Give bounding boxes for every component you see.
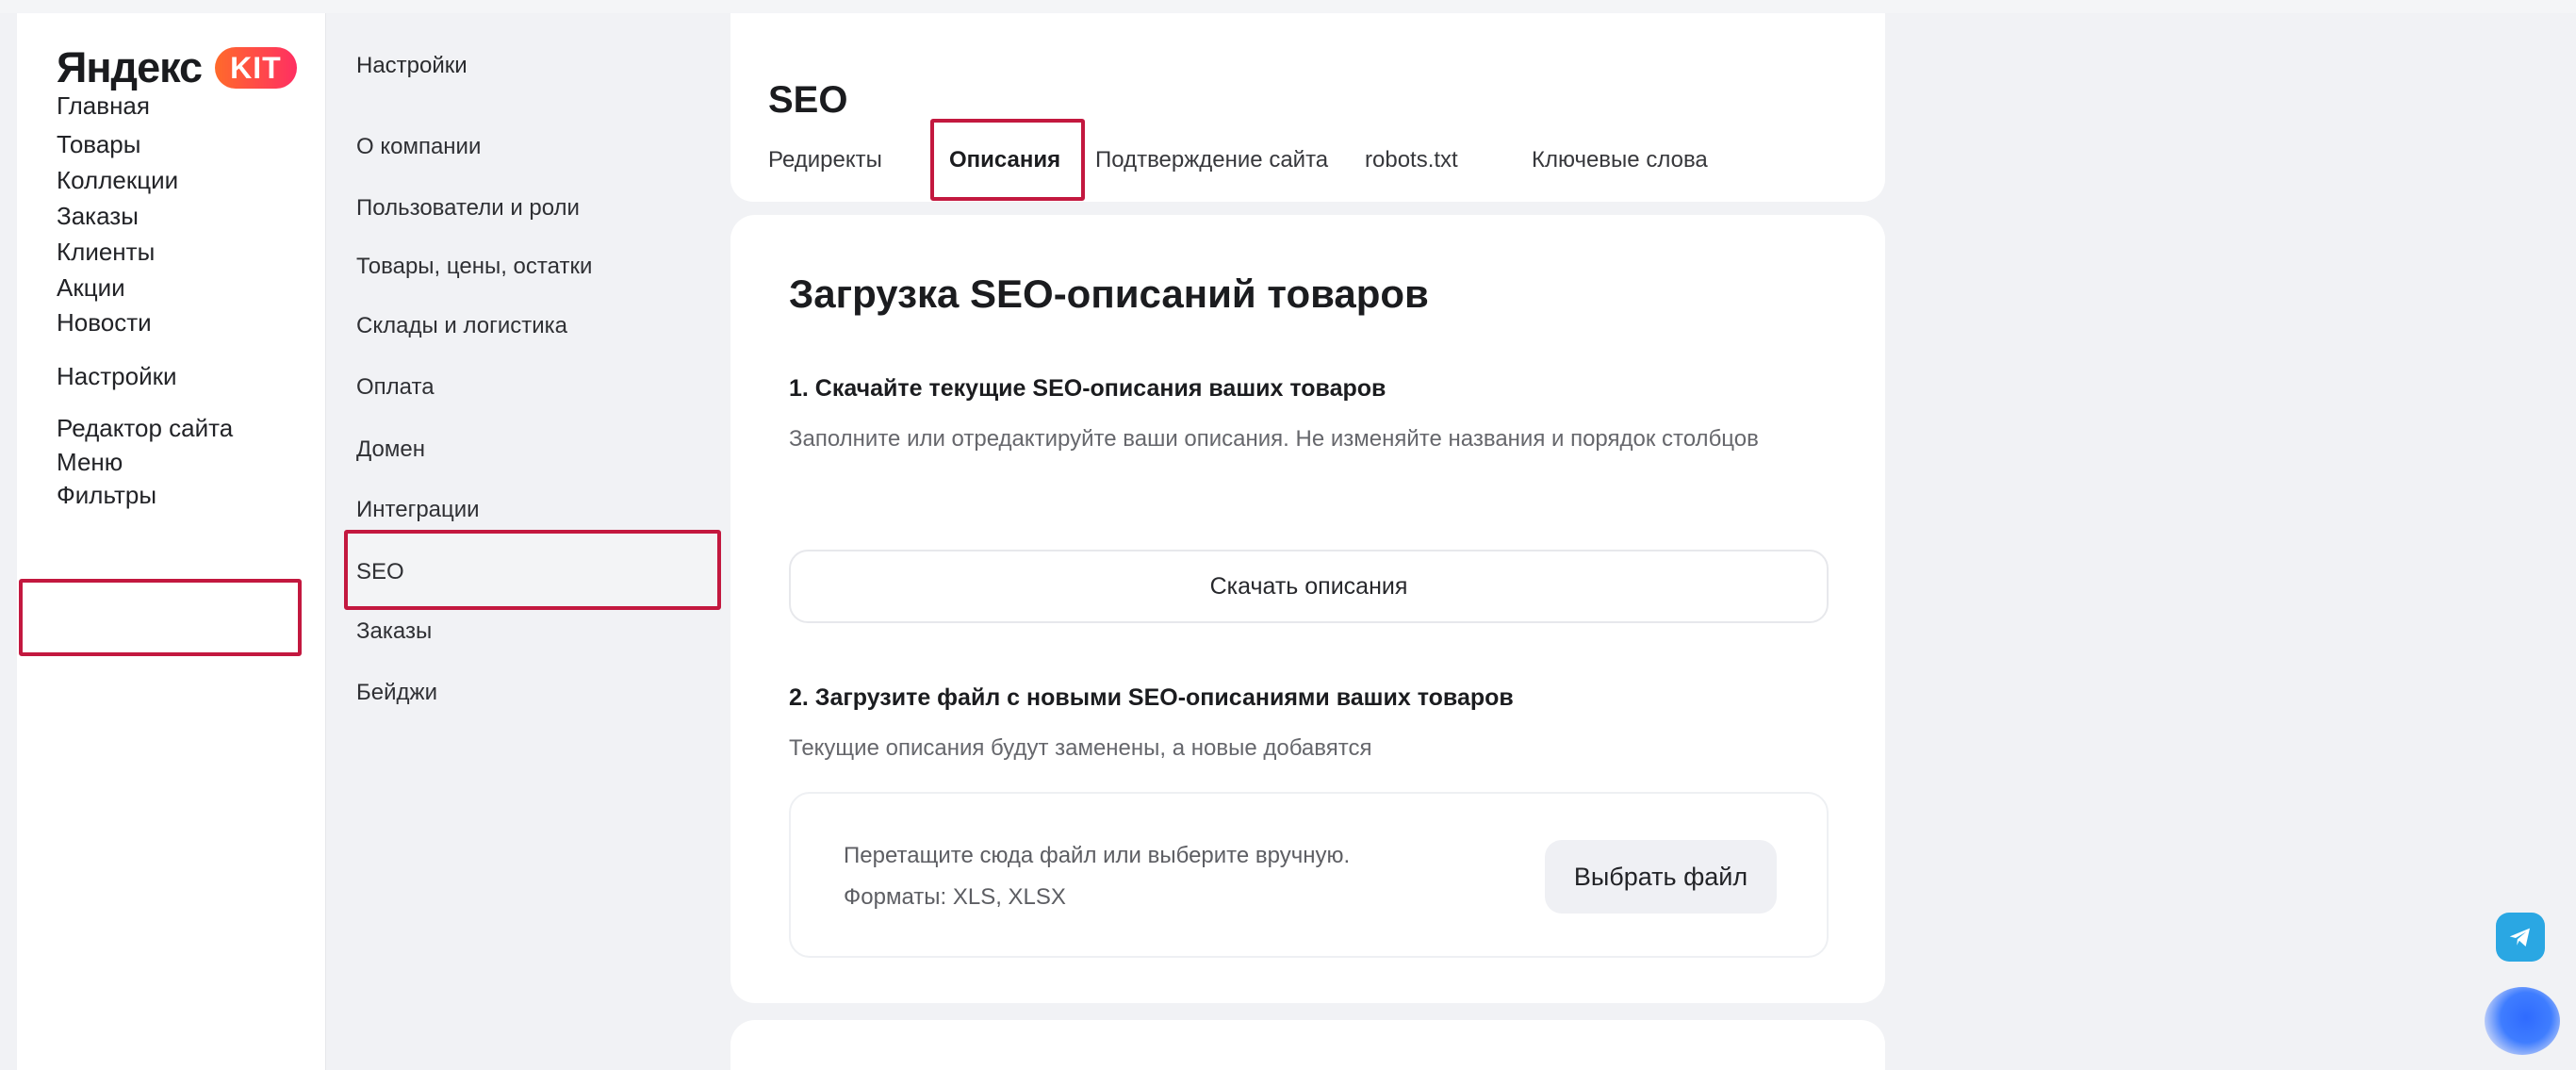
dropzone-text: Перетащите сюда файл или выберите вручну… bbox=[844, 835, 1350, 918]
nav-item-menu[interactable]: Меню bbox=[57, 448, 123, 477]
nav-item-products[interactable]: Товары bbox=[57, 130, 140, 159]
tab-robots[interactable]: robots.txt bbox=[1365, 147, 1458, 173]
step2-title: 2. Загрузите файл с новыми SEO-описаниям… bbox=[789, 684, 1514, 711]
settings-nav-title: Настройки bbox=[356, 53, 468, 78]
next-section-card bbox=[730, 1020, 1885, 1070]
main-nav: Яндекс KIT Главная Товары Коллекции Зака… bbox=[17, 13, 325, 1070]
section-title: Загрузка SEO-описаний товаров bbox=[789, 272, 1429, 316]
nav-item-orders[interactable]: Заказы bbox=[57, 202, 139, 231]
subnav-item-company[interactable]: О компании bbox=[356, 134, 481, 160]
subnav-item-users-roles[interactable]: Пользователи и роли bbox=[356, 195, 580, 222]
step2-hint: Текущие описания будут заменены, а новые… bbox=[789, 735, 1372, 761]
nav-settings-highlight bbox=[19, 579, 302, 656]
page-header: SEO Редиректы Описания Подтверждение сай… bbox=[730, 13, 1885, 202]
nav-item-site-editor[interactable]: Редактор сайта bbox=[57, 414, 233, 443]
subnav-item-domain[interactable]: Домен bbox=[356, 436, 425, 463]
nav-item-settings[interactable]: Настройки bbox=[57, 362, 177, 391]
dropzone-instruction: Перетащите сюда файл или выберите вручну… bbox=[844, 843, 1351, 868]
subnav-item-orders[interactable]: Заказы bbox=[356, 618, 432, 645]
step1-title: 1. Скачайте текущие SEO-описания ваших т… bbox=[789, 375, 1386, 402]
subnav-item-warehouses[interactable]: Склады и логистика bbox=[356, 313, 567, 339]
dropzone-formats: Форматы: XLS, XLSX bbox=[844, 884, 1066, 910]
tab-redirects[interactable]: Редиректы bbox=[768, 147, 882, 173]
logo[interactable]: Яндекс KIT bbox=[57, 43, 297, 92]
logo-badge: KIT bbox=[215, 47, 297, 89]
page-title: SEO bbox=[768, 79, 848, 121]
file-dropzone[interactable]: Перетащите сюда файл или выберите вручну… bbox=[789, 792, 1829, 958]
subnav-item-seo[interactable]: SEO bbox=[356, 559, 404, 585]
nav-item-promotions[interactable]: Акции bbox=[57, 273, 125, 303]
tab-keywords[interactable]: Ключевые слова bbox=[1532, 147, 1708, 173]
tab-descriptions-highlight bbox=[930, 119, 1085, 201]
nav-item-home[interactable]: Главная bbox=[57, 91, 150, 121]
subnav-item-payment[interactable]: Оплата bbox=[356, 374, 435, 401]
choose-file-button[interactable]: Выбрать файл bbox=[1545, 840, 1777, 914]
tab-site-verification[interactable]: Подтверждение сайта bbox=[1095, 147, 1328, 173]
download-descriptions-button[interactable]: Скачать описания bbox=[789, 550, 1829, 623]
subnav-item-integrations[interactable]: Интеграции bbox=[356, 497, 480, 523]
nav-item-collections[interactable]: Коллекции bbox=[57, 166, 178, 195]
logo-text: Яндекс bbox=[57, 43, 203, 91]
seo-upload-card: Загрузка SEO-описаний товаров 1. Скачайт… bbox=[730, 215, 1885, 1003]
top-strip bbox=[0, 0, 2576, 13]
nav-item-clients[interactable]: Клиенты bbox=[57, 238, 155, 267]
telegram-plane-icon bbox=[2509, 928, 2530, 947]
nav-item-filters[interactable]: Фильтры bbox=[57, 481, 156, 510]
telegram-icon[interactable] bbox=[2496, 913, 2545, 962]
assistant-icon[interactable] bbox=[2485, 987, 2560, 1055]
subnav-item-badges[interactable]: Бейджи bbox=[356, 680, 437, 706]
settings-nav: Настройки О компании Пользователи и роли… bbox=[325, 13, 702, 1070]
subnav-item-products-prices[interactable]: Товары, цены, остатки bbox=[356, 254, 592, 280]
nav-item-news[interactable]: Новости bbox=[57, 308, 152, 337]
step1-hint: Заполните или отредактируйте ваши описан… bbox=[789, 426, 1759, 452]
